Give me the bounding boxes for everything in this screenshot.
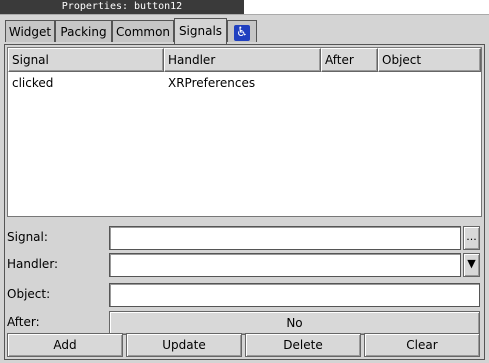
delete-button[interactable]: Delete: [245, 333, 361, 357]
signal-input[interactable]: [109, 226, 461, 250]
tab-packing[interactable]: Packing: [55, 20, 112, 42]
after-label: After:: [7, 315, 40, 329]
column-header-handler[interactable]: Handler: [164, 48, 321, 72]
column-header-object[interactable]: Object: [378, 48, 481, 72]
tab-accessibility[interactable]: ♿: [227, 20, 257, 42]
handler-dropdown-button[interactable]: ▼: [463, 253, 480, 277]
tab-common[interactable]: Common: [112, 20, 174, 42]
signals-panel: Signal Handler After Object clicked XRPr…: [4, 44, 485, 360]
row-signal-cell: clicked: [12, 76, 54, 90]
update-button[interactable]: Update: [126, 333, 242, 357]
add-button[interactable]: Add: [7, 333, 123, 357]
tab-signals[interactable]: Signals: [174, 18, 227, 44]
handler-input[interactable]: [109, 253, 461, 277]
clear-button[interactable]: Clear: [364, 333, 480, 357]
signal-browse-button[interactable]: ...: [463, 226, 480, 250]
object-input[interactable]: [109, 283, 480, 307]
accessibility-icon: ♿: [234, 25, 250, 41]
handler-label: Handler:: [7, 257, 59, 271]
row-handler-cell: XRPreferences: [168, 76, 256, 90]
column-header-signal[interactable]: Signal: [8, 48, 164, 72]
window-title: Properties: button12: [0, 0, 244, 14]
signal-label: Signal:: [7, 230, 48, 244]
column-header-after[interactable]: After: [321, 48, 378, 72]
signals-list[interactable]: Signal Handler After Object clicked XRPr…: [7, 47, 482, 217]
tab-widget[interactable]: Widget: [5, 20, 55, 42]
chevron-down-icon: ▼: [467, 257, 476, 270]
object-label: Object:: [7, 287, 51, 301]
after-toggle-button[interactable]: No: [109, 311, 480, 335]
properties-window: Widget Packing Common Signals ♿ Signal H…: [0, 14, 489, 363]
